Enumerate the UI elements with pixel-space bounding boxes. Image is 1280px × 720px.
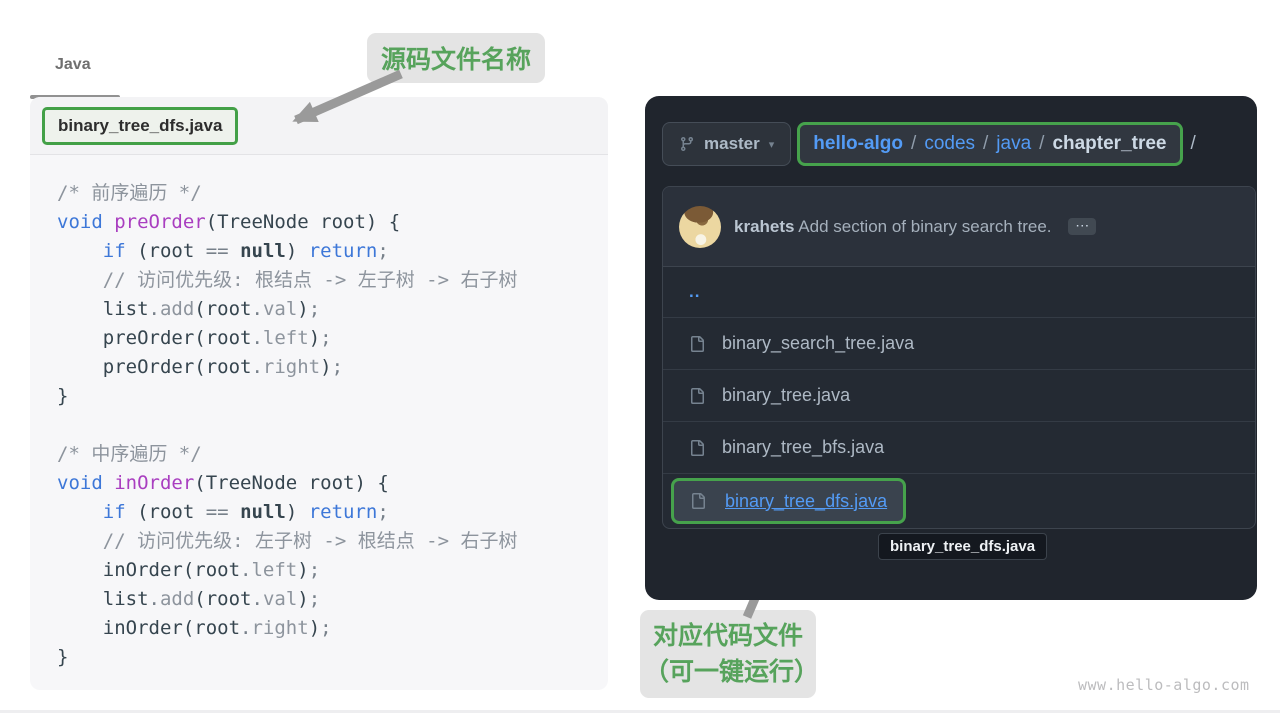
code-line — [57, 411, 598, 440]
code-line: } — [57, 643, 598, 672]
file-list: .. binary_search_tree.java binary_tree.jav… — [663, 267, 1255, 528]
breadcrumb-segment-java[interactable]: java — [996, 133, 1031, 155]
avatar[interactable] — [679, 206, 721, 248]
breadcrumb-segment-chapter_tree: chapter_tree — [1052, 133, 1166, 155]
commit-more-button[interactable]: ⋯ — [1068, 218, 1096, 235]
watermark: www.hello-algo.com — [1078, 676, 1250, 694]
repo-toolbar: master ▾ hello-algo / codes / java / chapter_t… — [662, 122, 1196, 166]
code-line: void inOrder(TreeNode root) { — [57, 469, 598, 498]
code-line: // 访问优先级: 左子树 -> 根结点 -> 右子树 — [57, 527, 598, 556]
code-line: } — [57, 382, 598, 411]
chevron-down-icon: ▾ — [769, 138, 775, 151]
breadcrumb-separator: / — [1039, 133, 1044, 155]
file-row[interactable]: binary_tree_dfs.java — [663, 474, 1255, 528]
github-panel: master ▾ hello-algo / codes / java / chapter_t… — [645, 96, 1257, 600]
tab-java[interactable]: Java — [55, 56, 91, 74]
link-tooltip: binary_tree_dfs.java — [878, 533, 1047, 560]
file-browser: krahets Add section of binary search tre… — [662, 186, 1256, 529]
highlight-box: binary_tree_dfs.java — [671, 478, 906, 524]
breadcrumb-trailing-slash: / — [1189, 122, 1196, 166]
file-name-link[interactable]: binary_tree_dfs.java — [725, 491, 887, 512]
file-row[interactable]: binary_tree_bfs.java — [663, 422, 1255, 474]
annotation-source-filename: 源码文件名称 — [367, 33, 545, 83]
code-panel: binary_tree_dfs.java /* 前序遍历 */void preO… — [30, 97, 608, 690]
page-bottom-divider — [0, 710, 1280, 713]
git-branch-icon — [679, 136, 695, 152]
code-line: preOrder(root.left); — [57, 324, 598, 353]
code-line: list.add(root.val); — [57, 295, 598, 324]
source-filename-box: binary_tree_dfs.java — [42, 107, 238, 145]
code-block: /* 前序遍历 */void preOrder(TreeNode root) {… — [30, 155, 608, 672]
file-icon — [690, 493, 706, 509]
annotation-code-file-line1: 对应代码文件 — [644, 618, 812, 654]
commit-author-link[interactable]: krahets — [734, 217, 794, 236]
annotation-code-file: 对应代码文件 （可一键运行） — [640, 610, 816, 698]
branch-selector-button[interactable]: master ▾ — [662, 122, 791, 166]
code-line: /* 前序遍历 */ — [57, 179, 598, 208]
commit-message-link[interactable]: Add section of binary search tree. — [798, 217, 1051, 236]
branch-name: master — [704, 134, 760, 154]
annotation-code-file-line2: （可一键运行） — [644, 654, 812, 690]
file-icon — [689, 336, 705, 352]
file-name-link[interactable]: binary_tree_bfs.java — [722, 437, 884, 458]
code-line: /* 中序遍历 */ — [57, 440, 598, 469]
breadcrumb-segment-codes[interactable]: codes — [924, 133, 975, 155]
commit-text: krahets Add section of binary search tre… — [734, 217, 1096, 237]
file-row[interactable]: binary_search_tree.java — [663, 318, 1255, 370]
parent-dir-link[interactable]: .. — [689, 282, 700, 302]
breadcrumb: hello-algo / codes / java / chapter_tree — [797, 122, 1182, 166]
code-line: void preOrder(TreeNode root) { — [57, 208, 598, 237]
latest-commit-row: krahets Add section of binary search tre… — [663, 187, 1255, 267]
file-icon — [689, 440, 705, 456]
code-panel-header: binary_tree_dfs.java — [30, 97, 608, 155]
code-line: inOrder(root.left); — [57, 556, 598, 585]
file-row[interactable]: .. — [663, 267, 1255, 318]
code-line: list.add(root.val); — [57, 585, 598, 614]
code-line: preOrder(root.right); — [57, 353, 598, 382]
file-name-link[interactable]: binary_tree.java — [722, 385, 850, 406]
code-line: if (root == null) return; — [57, 498, 598, 527]
breadcrumb-segment-hello-algo[interactable]: hello-algo — [813, 133, 903, 155]
file-icon — [689, 388, 705, 404]
breadcrumb-separator: / — [983, 133, 988, 155]
code-line: if (root == null) return; — [57, 237, 598, 266]
code-line: // 访问优先级: 根结点 -> 左子树 -> 右子树 — [57, 266, 598, 295]
code-line: inOrder(root.right); — [57, 614, 598, 643]
file-name-link[interactable]: binary_search_tree.java — [722, 333, 914, 354]
file-row[interactable]: binary_tree.java — [663, 370, 1255, 422]
breadcrumb-separator: / — [911, 133, 916, 155]
